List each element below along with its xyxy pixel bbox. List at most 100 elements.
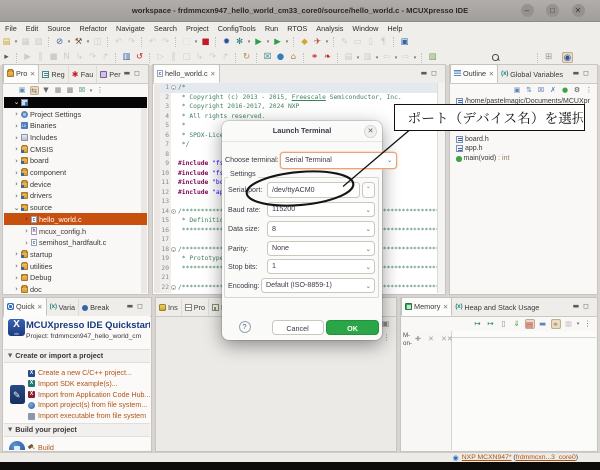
tree-chevron-icon[interactable]: ›: [13, 157, 20, 165]
tree-chevron-icon[interactable]: ⌄: [13, 204, 20, 212]
tree-chevron-icon[interactable]: ›: [23, 227, 30, 235]
instruction-stepping-icon[interactable]: ▥: [121, 52, 132, 63]
hide-static-icon[interactable]: ✗: [549, 86, 558, 95]
save-all-icon[interactable]: ▧: [33, 37, 44, 48]
power-icon[interactable]: ◉: [453, 454, 459, 462]
chevron-down-icon[interactable]: ▾: [393, 55, 399, 61]
disconnect-icon[interactable]: N: [61, 52, 72, 63]
debug-icon[interactable]: ✹: [221, 37, 232, 48]
quickstart-link[interactable]: Import executable from file system: [28, 412, 146, 420]
minimize-maximize-icons[interactable]: ▬◻: [573, 302, 593, 310]
new-editor-icon[interactable]: ▨: [427, 52, 438, 63]
tree-item[interactable]: › Debug: [4, 272, 147, 284]
stop-bits-select[interactable]: 1 ⌄: [267, 259, 375, 275]
outline-item[interactable]: board.h: [456, 135, 596, 145]
import-folder-icon[interactable]: ◆: [299, 37, 310, 48]
window-close-button[interactable]: ✕: [572, 4, 585, 17]
tree-chevron-icon[interactable]: ›: [13, 180, 20, 188]
menu-item[interactable]: Project: [186, 24, 209, 33]
new-wizard-icon[interactable]: ▤: [1, 37, 12, 48]
chevron-down-icon[interactable]: ▾: [193, 39, 199, 45]
chevron-down-icon[interactable]: ▾: [265, 39, 271, 45]
run-icon[interactable]: ▶: [253, 37, 264, 48]
step-into-icon[interactable]: ↳: [74, 52, 85, 63]
last-edit-icon[interactable]: ▤: [343, 52, 354, 63]
tab-peripherals[interactable]: Per: [97, 66, 123, 83]
format-icon[interactable]: ✎: [339, 37, 350, 48]
focus-icon[interactable]: ▣: [513, 86, 522, 95]
sort-icon[interactable]: ⇅: [525, 86, 534, 95]
tree-chevron-icon[interactable]: ›: [13, 122, 20, 130]
external-tools-icon[interactable]: ✻: [234, 37, 245, 48]
export-icon[interactable]: ⇓: [512, 319, 522, 329]
menu-item[interactable]: Window: [352, 24, 378, 33]
red-tool-icon[interactable]: ❧: [322, 52, 333, 63]
new-element-icon[interactable]: ⬚: [181, 37, 192, 48]
tree-item[interactable]: › drivers: [4, 190, 147, 202]
tree-item[interactable]: › utilities: [4, 260, 147, 272]
tree-item[interactable]: ⌄: [4, 97, 147, 109]
minimize-maximize-icons[interactable]: ▬◻: [573, 69, 593, 77]
split-pane-icon[interactable]: ▤: [525, 319, 535, 329]
terminal-type-select[interactable]: Serial Terminal ⌄: [280, 152, 397, 169]
tree-item[interactable]: › c hello_world.c: [4, 213, 147, 225]
window-maximize-button[interactable]: □: [546, 4, 559, 17]
open-type-icon[interactable]: ▭: [352, 37, 363, 48]
tree-chevron-icon[interactable]: ›: [13, 192, 20, 200]
tree-item[interactable]: › Project Settings: [4, 108, 147, 120]
close-project-icon[interactable]: ☒: [78, 86, 87, 95]
menu-item[interactable]: RTOS: [287, 24, 307, 33]
serial-port-input[interactable]: /dev/ttyACM0: [267, 182, 360, 198]
console-icon[interactable]: ▣: [399, 37, 410, 48]
ok-button[interactable]: OK: [326, 320, 379, 335]
tree-item[interactable]: › Includes: [4, 132, 147, 144]
tree-item[interactable]: › c semihost_hardfault.c: [4, 237, 147, 249]
menu-item[interactable]: Search: [154, 24, 177, 33]
layout-icon[interactable]: ▩: [564, 319, 574, 329]
cancel-button[interactable]: Cancel: [272, 320, 324, 335]
close-icon[interactable]: ✕: [210, 70, 215, 78]
view-menu-icon[interactable]: ⋮: [583, 319, 593, 329]
project-link[interactable]: frdmmcxn...3_core0: [516, 454, 576, 461]
filter-icon[interactable]: ▼: [42, 86, 51, 95]
inspect-icon[interactable]: ▸: [1, 52, 12, 63]
quickstart-link[interactable]: X Import from Application Code Hub...: [28, 391, 150, 399]
tree-chevron-icon[interactable]: ›: [13, 285, 20, 293]
view-grid-icon[interactable]: ▦: [54, 86, 63, 95]
tree-chevron-icon[interactable]: ›: [23, 215, 30, 223]
build-all-icon[interactable]: ◫: [92, 37, 103, 48]
outline-item[interactable]: main(void) : int: [456, 154, 596, 164]
view-menu-icon[interactable]: ⋮: [381, 332, 392, 343]
back-history-icon[interactable]: ⇦: [381, 52, 392, 63]
link-with-editor-icon[interactable]: ⇆: [30, 86, 39, 95]
tab-project-explorer[interactable]: Pro ✕: [3, 64, 39, 83]
chevron-down-icon[interactable]: ▾: [355, 55, 361, 61]
tab-installed-sdks[interactable]: Ins: [156, 299, 182, 316]
step-over-alt-icon[interactable]: ↷: [207, 52, 218, 63]
chevron-down-icon[interactable]: ▾: [324, 39, 330, 45]
view-menu-icon[interactable]: ⋮: [585, 86, 594, 95]
tab-outline[interactable]: Outline ✕: [450, 64, 498, 83]
chevron-down-icon[interactable]: ▾: [412, 55, 418, 61]
redo-icon[interactable]: ↷: [126, 37, 137, 48]
new-tab-icon[interactable]: ▯: [499, 319, 509, 329]
menu-item[interactable]: Analysis: [316, 24, 343, 33]
tree-item[interactable]: ⌄ source: [4, 202, 147, 214]
data-size-select[interactable]: 8 ⌄: [267, 221, 375, 237]
chevron-down-icon[interactable]: ▾: [374, 55, 380, 61]
restart-icon[interactable]: ↺: [134, 52, 145, 63]
help-button[interactable]: ?: [239, 321, 251, 333]
tab-hello-world-c[interactable]: c hello_world.c ✕: [153, 64, 220, 83]
open-browser-icon[interactable]: ●: [275, 52, 286, 63]
tree-chevron-icon[interactable]: ›: [13, 250, 20, 258]
window-minimize-button[interactable]: –: [521, 4, 534, 17]
pin-editor-icon[interactable]: ▥: [362, 52, 373, 63]
tree-chevron-icon[interactable]: ›: [13, 110, 20, 118]
mark-occurrences-icon[interactable]: ■: [200, 37, 211, 48]
tab-faults[interactable]: ✱ Fau: [69, 66, 98, 83]
stop-alt-icon[interactable]: □: [181, 52, 192, 63]
tab-breakpoints[interactable]: Break: [79, 299, 112, 316]
device-link[interactable]: NXP MCXN947*: [462, 454, 512, 461]
pause-icon[interactable]: ‖: [35, 52, 46, 63]
chevron-down-icon[interactable]: ▾: [88, 88, 94, 94]
